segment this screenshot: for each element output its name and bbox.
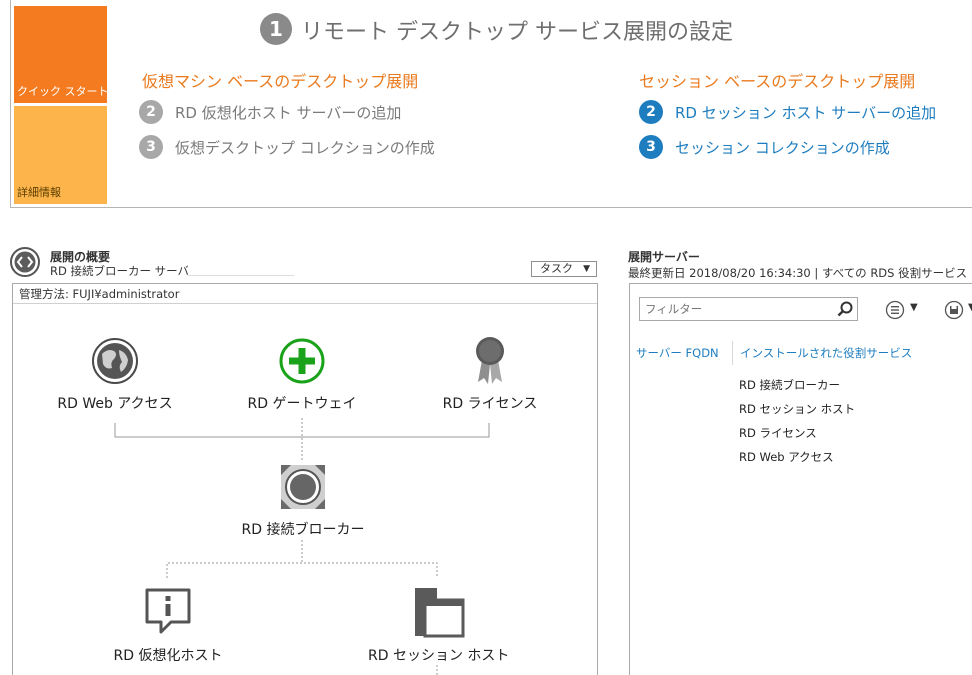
- servers-title: 展開サーバー: [628, 250, 700, 264]
- add-gateway-plus-icon[interactable]: [279, 338, 325, 384]
- servers-last-updated: 最終更新日 2018/08/20 16:34:30 | すべての RDS 役割サ…: [628, 266, 968, 280]
- license-ribbon-icon[interactable]: [470, 334, 510, 386]
- table-cell-role: RD 接続ブローカー: [739, 378, 841, 392]
- column-divider: [732, 341, 733, 365]
- session-host-server-icon[interactable]: [413, 586, 465, 638]
- chevron-down-icon[interactable]: ▼: [910, 302, 918, 313]
- globe-icon[interactable]: [92, 338, 138, 384]
- chevron-down-icon[interactable]: ▼: [968, 302, 972, 313]
- node-licensing-label: RD ライセンス: [442, 396, 538, 412]
- node-virtualization-host-label: RD 仮想化ホスト: [113, 648, 223, 664]
- table-cell-role: RD ライセンス: [739, 426, 817, 440]
- list-options-icon[interactable]: [885, 300, 905, 320]
- table-cell-role: RD Web アクセス: [739, 450, 834, 464]
- node-broker-label: RD 接続ブローカー: [241, 522, 365, 538]
- connection-broker-icon[interactable]: [278, 462, 328, 512]
- save-query-icon[interactable]: [944, 300, 964, 320]
- column-header-fqdn[interactable]: サーバー FQDN: [636, 345, 719, 361]
- table-header-row: サーバー FQDN インストールされた役割サービス: [630, 341, 972, 365]
- column-header-installed-roles[interactable]: インストールされた役割サービス: [740, 345, 912, 361]
- virtualization-host-info-icon[interactable]: [143, 586, 193, 636]
- node-gateway-label: RD ゲートウェイ: [247, 396, 357, 412]
- filter-input[interactable]: [639, 297, 858, 321]
- search-icon[interactable]: [836, 300, 854, 318]
- node-session-host-label: RD セッション ホスト: [368, 648, 510, 664]
- table-cell-role: RD セッション ホスト: [739, 402, 856, 416]
- node-web-access-label: RD Web アクセス: [57, 396, 173, 412]
